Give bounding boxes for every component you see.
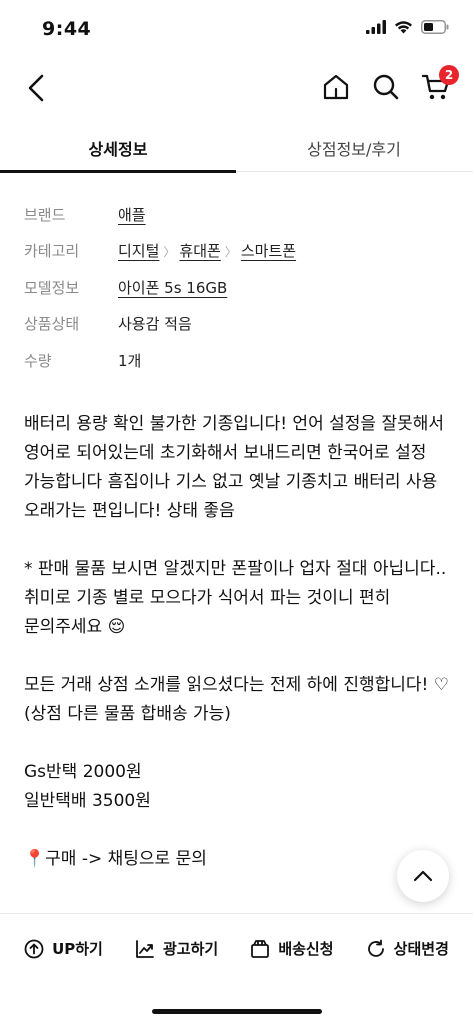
arrow-up-circle-icon — [24, 939, 44, 958]
info-row-model: 모델정보 아이폰 5s 16GB — [24, 269, 454, 306]
cart-button[interactable]: 2 — [419, 65, 459, 104]
search-icon — [373, 74, 399, 100]
condition-value: 사용감 적음 — [118, 315, 192, 334]
info-row-quantity: 수량 1개 — [24, 342, 454, 379]
category-link-phone[interactable]: 휴대폰 — [179, 242, 220, 260]
chevron-up-icon — [413, 870, 433, 882]
model-label: 모델정보 — [24, 278, 80, 297]
refresh-icon — [367, 939, 384, 957]
info-row-brand: 브랜드 애플 — [24, 196, 454, 233]
description-paragraph: Gs반택 2000원 일반택배 3500원 — [24, 762, 151, 811]
info-row-condition: 상품상태 사용감 적음 — [24, 306, 454, 343]
brand-label: 브랜드 — [24, 205, 66, 224]
description-paragraph: * 판매 물품 보시면 알겠지만 폰팔이나 업자 절대 아닙니다.. 취미로 기… — [24, 559, 447, 637]
home-icon — [323, 74, 349, 100]
scroll-to-top-button[interactable] — [397, 850, 449, 902]
product-info-table: 브랜드 애플 카테고리 디지털 〉 휴대폰 〉 스마트폰 모델정보 아이폰 5s 16G… — [24, 196, 454, 379]
delivery-request-button[interactable]: 배송신청 — [250, 938, 334, 959]
home-button[interactable] — [319, 70, 353, 104]
wifi-icon — [395, 21, 412, 34]
category-breadcrumb: 디지털 〉 휴대폰 〉 스마트폰 — [118, 240, 296, 261]
info-row-category: 카테고리 디지털 〉 휴대폰 〉 스마트폰 — [24, 233, 454, 270]
brand-link[interactable]: 애플 — [118, 204, 146, 225]
tab-shop-reviews[interactable]: 상점정보/후기 — [236, 124, 472, 172]
search-button[interactable] — [369, 70, 403, 104]
breadcrumb-chevron-icon: 〉 — [163, 245, 176, 260]
trending-up-icon — [136, 939, 154, 958]
bottom-action-bar: UP하기 광고하기 배송신청 상태변경 — [0, 913, 473, 983]
description-paragraph: 모든 거래 상점 소개를 읽으셨다는 전제 하에 진행합니다! ♡ (상점 다른… — [24, 675, 450, 724]
ad-button-label: 광고하기 — [162, 940, 219, 958]
home-indicator — [152, 1009, 322, 1014]
category-label: 카테고리 — [24, 242, 80, 261]
status-change-button[interactable]: 상태변경 — [366, 938, 449, 959]
condition-label: 상품상태 — [24, 315, 80, 334]
tab-bar: 상세정보 상점정보/후기 — [0, 124, 473, 173]
chevron-left-icon — [28, 74, 44, 102]
product-description: 배터리 용량 확인 불가한 기종입니다! 언어 설정을 잘못해서 영어로 되어있… — [24, 410, 454, 903]
status-icons — [366, 20, 449, 34]
ad-button[interactable]: 광고하기 — [135, 938, 218, 959]
description-paragraph: 📍구매 -> 채팅으로 문의 — [24, 849, 207, 869]
up-button[interactable]: UP하기 — [24, 938, 103, 959]
package-icon — [251, 939, 270, 958]
battery-icon — [421, 20, 449, 34]
breadcrumb-chevron-icon: 〉 — [224, 245, 237, 260]
quantity-label: 수량 — [24, 351, 52, 370]
status-time: 9:44 — [42, 18, 92, 40]
cart-count-badge: 2 — [439, 65, 459, 85]
model-link[interactable]: 아이폰 5s 16GB — [118, 277, 227, 298]
nav-bar: 2 — [0, 60, 473, 120]
description-paragraph: 배터리 용량 확인 불가한 기종입니다! 언어 설정을 잘못해서 영어로 되어있… — [24, 414, 445, 521]
category-link-digital[interactable]: 디지털 — [118, 242, 159, 260]
category-link-smartphone[interactable]: 스마트폰 — [241, 242, 296, 260]
signal-icon — [366, 20, 386, 34]
quantity-value: 1개 — [118, 351, 142, 370]
status-bar: 9:44 — [0, 0, 473, 60]
tab-details[interactable]: 상세정보 — [0, 124, 236, 173]
status-change-label: 상태변경 — [393, 940, 449, 958]
back-button[interactable] — [22, 72, 54, 104]
up-button-label: UP하기 — [52, 940, 103, 958]
delivery-request-label: 배송신청 — [278, 940, 334, 958]
